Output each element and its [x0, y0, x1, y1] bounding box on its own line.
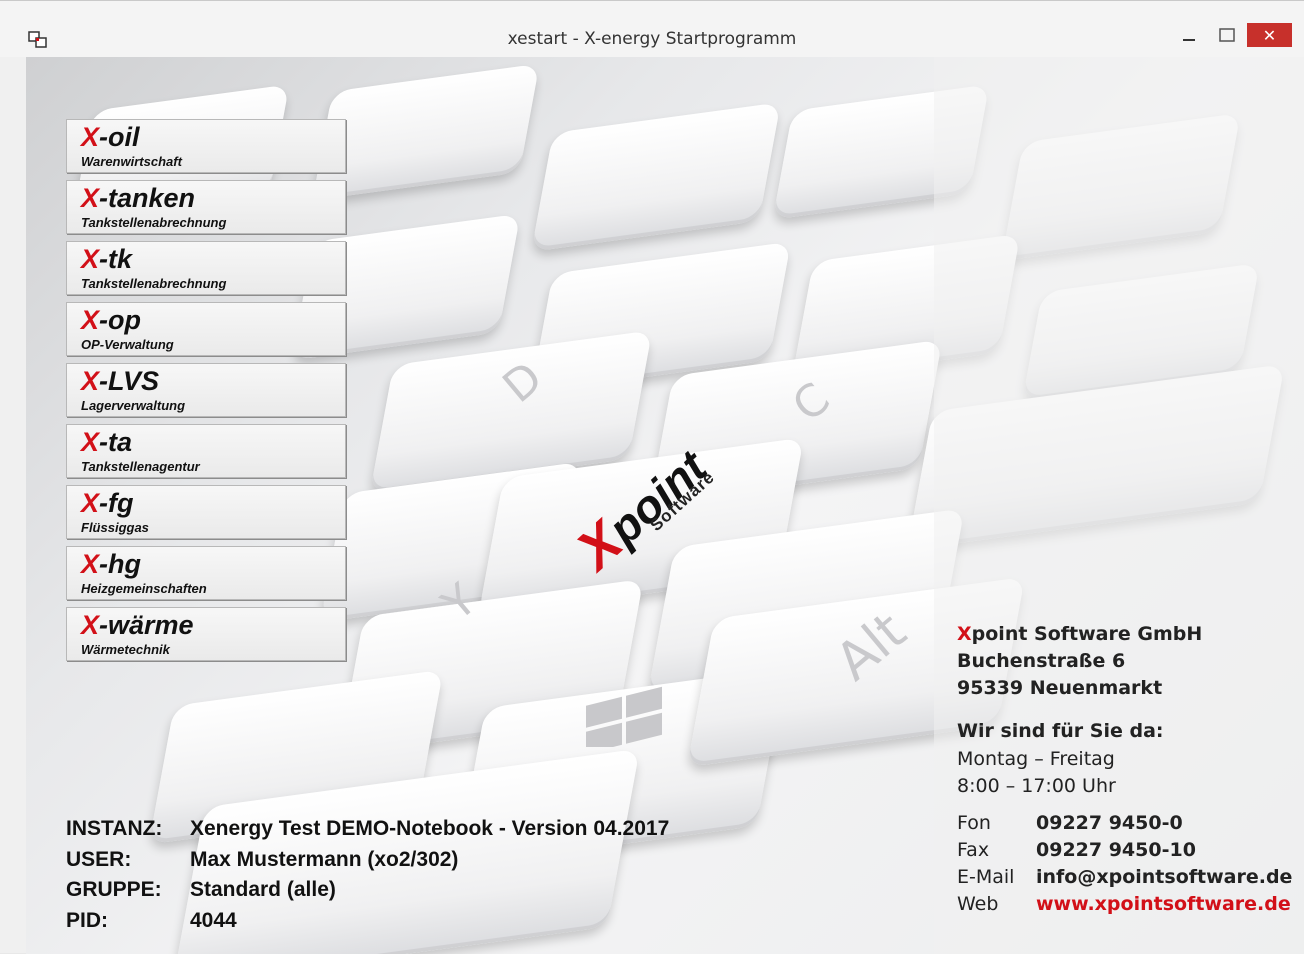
product-subtitle: Lagerverwaltung [81, 398, 186, 413]
product-name: -hg [99, 549, 141, 579]
fax-value: 09227 9450-10 [1036, 839, 1196, 861]
product-subtitle: Tankstellenabrechnung [81, 276, 227, 291]
instanz-value: Xenergy Test DEMO-Notebook - Version 04.… [190, 817, 670, 840]
product-name: -oil [99, 122, 140, 152]
product-menu: X-oil Warenwirtschaft X-tanken Tankstell… [66, 119, 348, 668]
contact-list: Fon 09227 9450-0 Fax 09227 9450-10 E-Mai… [957, 812, 1292, 920]
product-button-x-fg[interactable]: X-fg Flüssiggas [66, 485, 346, 539]
product-button-x-ta[interactable]: X-ta Tankstellenagentur [66, 424, 346, 478]
app-window: xestart - X-energy Startprogramm ✕ D C Y… [0, 0, 1304, 954]
company-info: Xpoint Software GmbH Buchenstraße 6 9533… [957, 623, 1292, 920]
mail-label: E-Mail [957, 866, 1015, 888]
product-prefix: X [81, 244, 100, 274]
close-button[interactable]: ✕ [1247, 23, 1292, 47]
window-title: xestart - X-energy Startprogramm [507, 29, 797, 49]
title-bar[interactable]: xestart - X-energy Startprogramm ✕ [0, 1, 1304, 57]
product-name: -LVS [99, 366, 160, 396]
contact-mail: E-Mail info@xpointsoftware.de [957, 866, 1292, 893]
product-subtitle: OP-Verwaltung [81, 337, 174, 352]
product-prefix: X [81, 366, 100, 396]
product-subtitle: Warenwirtschaft [81, 154, 182, 169]
product-name: -wärme [99, 610, 194, 640]
product-name: -op [99, 305, 141, 335]
product-name: -tanken [99, 183, 196, 213]
minimize-button[interactable] [1175, 23, 1203, 47]
product-prefix: X [81, 427, 100, 457]
product-button-x-hg[interactable]: X-hg Heizgemeinschaften [66, 546, 346, 600]
opening-days: Montag – Freitag [957, 748, 1115, 770]
pid-row: PID: 4044 [66, 909, 669, 940]
user-value: Max Mustermann (xo2/302) [190, 847, 459, 871]
pid-value: 4044 [190, 908, 237, 932]
hours-heading: Wir sind für Sie da: [957, 720, 1164, 742]
product-subtitle: Tankstellenagentur [81, 459, 200, 474]
product-button-x-oil[interactable]: X-oil Warenwirtschaft [66, 119, 346, 173]
contact-fon: Fon 09227 9450-0 [957, 812, 1292, 839]
product-subtitle: Flüssiggas [81, 520, 149, 535]
user-row: USER: Max Mustermann (xo2/302) [66, 848, 669, 879]
product-prefix: X [81, 122, 100, 152]
gruppe-value: Standard (alle) [190, 878, 336, 901]
product-subtitle: Tankstellenabrechnung [81, 215, 227, 230]
company-street: Buchenstraße 6 [957, 650, 1126, 672]
pid-label: PID: [66, 908, 108, 932]
product-prefix: X [81, 610, 100, 640]
windows-key-icon [586, 686, 662, 747]
product-prefix: X [81, 305, 100, 335]
product-button-x-waerme[interactable]: X-wärme Wärmetechnik [66, 607, 346, 661]
company-name: Xpoint Software GmbH [957, 623, 1203, 645]
product-name: -tk [99, 244, 133, 274]
maximize-button[interactable] [1213, 23, 1241, 47]
contact-web: Web www.xpointsoftware.de [957, 893, 1292, 920]
product-prefix: X [81, 488, 100, 518]
opening-hours: 8:00 – 17:00 Uhr [957, 775, 1116, 797]
session-info: INSTANZ: Xenergy Test DEMO-Notebook - Ve… [66, 817, 669, 939]
fon-value: 09227 9450-0 [1036, 812, 1183, 834]
minimize-icon [1183, 39, 1195, 41]
fon-label: Fon [957, 812, 991, 834]
instanz-label: INSTANZ: [66, 817, 163, 840]
product-button-x-lvs[interactable]: X-LVS Lagerverwaltung [66, 363, 346, 417]
gruppe-label: GRUPPE: [66, 878, 162, 901]
mail-value: info@xpointsoftware.de [1036, 866, 1293, 888]
product-prefix: X [81, 183, 100, 213]
product-subtitle: Wärmetechnik [81, 642, 170, 657]
close-icon: ✕ [1262, 25, 1277, 45]
contact-fax: Fax 09227 9450-10 [957, 839, 1292, 866]
product-name: -ta [99, 427, 133, 457]
product-button-x-tanken[interactable]: X-tanken Tankstellenabrechnung [66, 180, 346, 234]
gruppe-row: GRUPPE: Standard (alle) [66, 878, 669, 909]
instanz-row: INSTANZ: Xenergy Test DEMO-Notebook - Ve… [66, 817, 669, 848]
product-name: -fg [99, 488, 134, 518]
web-link[interactable]: www.xpointsoftware.de [1036, 893, 1291, 920]
product-prefix: X [81, 549, 100, 579]
fax-label: Fax [957, 839, 990, 861]
product-subtitle: Heizgemeinschaften [81, 581, 207, 596]
product-button-x-tk[interactable]: X-tk Tankstellenabrechnung [66, 241, 346, 295]
company-city: 95339 Neuenmarkt [957, 677, 1163, 699]
product-button-x-op[interactable]: X-op OP-Verwaltung [66, 302, 346, 356]
user-label: USER: [66, 847, 132, 871]
maximize-icon [1219, 28, 1235, 42]
web-label: Web [957, 893, 999, 915]
